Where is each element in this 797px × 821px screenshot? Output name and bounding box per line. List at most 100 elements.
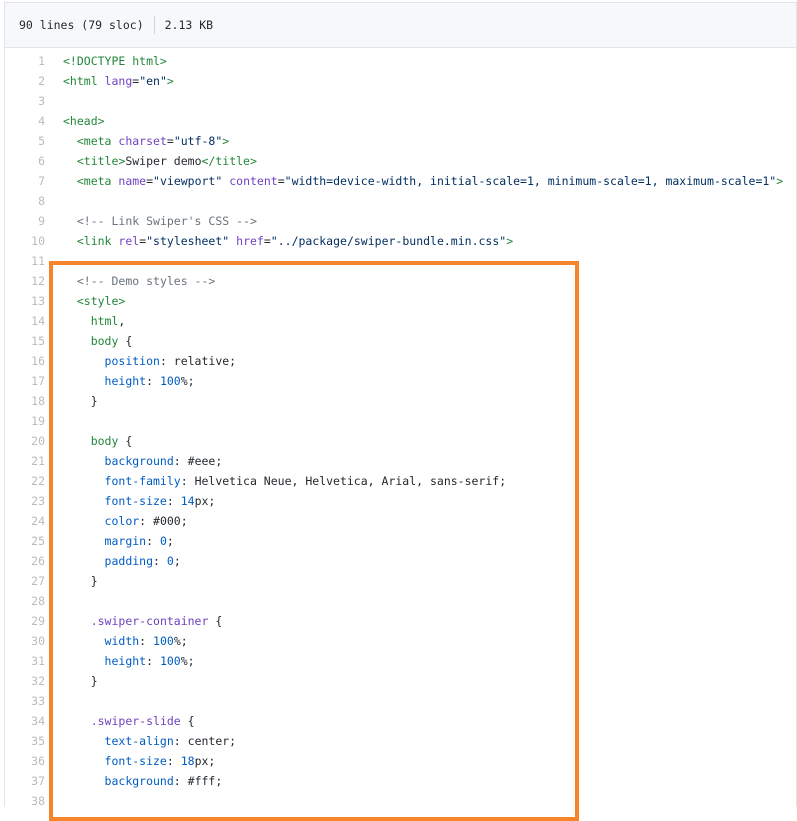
line-number[interactable]: 1 [5, 51, 63, 71]
code-token: href [236, 234, 264, 248]
code-token: "viewport" [153, 174, 223, 188]
code-line: 34 .swiper-slide { [5, 711, 796, 731]
code-text: position: relative; [63, 351, 237, 371]
code-token: 18 [180, 754, 195, 768]
code-line: 9 <!-- Link Swiper's CSS --> [5, 211, 796, 231]
line-number[interactable]: 17 [5, 371, 63, 391]
code-line: 13 <style> [5, 291, 796, 311]
code-text: <meta name="viewport" content="width=dev… [63, 171, 783, 191]
code-line: 14 html, [5, 311, 796, 331]
line-number[interactable]: 11 [5, 251, 63, 271]
line-number[interactable]: 7 [5, 171, 63, 191]
line-number[interactable]: 37 [5, 771, 63, 791]
code-line: 22 font-family: Helvetica Neue, Helvetic… [5, 471, 796, 491]
line-number[interactable]: 16 [5, 351, 63, 371]
line-number[interactable]: 23 [5, 491, 63, 511]
code-token: %; [180, 654, 195, 668]
code-token: : center; [173, 734, 237, 748]
line-number[interactable]: 33 [5, 691, 63, 711]
line-number[interactable]: 19 [5, 411, 63, 431]
line-number[interactable]: 12 [5, 271, 63, 291]
code-token: <head> [63, 114, 105, 128]
code-text: } [63, 391, 98, 411]
line-number[interactable]: 14 [5, 311, 63, 331]
line-number[interactable]: 36 [5, 751, 63, 771]
code-line: 26 padding: 0; [5, 551, 796, 571]
code-line: 29 .swiper-container { [5, 611, 796, 631]
code-text: <head> [63, 111, 105, 131]
line-number[interactable]: 25 [5, 531, 63, 551]
line-number[interactable]: 10 [5, 231, 63, 251]
code-token: = [263, 234, 271, 248]
code-token: > [506, 234, 514, 248]
code-token: font-size [104, 754, 167, 768]
code-token: ; [166, 534, 174, 548]
line-number[interactable]: 4 [5, 111, 63, 131]
line-number[interactable]: 5 [5, 131, 63, 151]
line-number[interactable]: 27 [5, 571, 63, 591]
code-text: } [63, 571, 98, 591]
code-token: <html [63, 74, 105, 88]
line-number[interactable]: 30 [5, 631, 63, 651]
line-number[interactable]: 22 [5, 471, 63, 491]
line-number[interactable]: 21 [5, 451, 63, 471]
code-token: px; [194, 754, 216, 768]
line-number[interactable]: 24 [5, 511, 63, 531]
code-token: color [104, 514, 140, 528]
code-text: color: #000; [63, 511, 188, 531]
code-token: } [63, 674, 98, 688]
code-line: 38 [5, 791, 796, 811]
line-number[interactable]: 15 [5, 331, 63, 351]
line-number[interactable]: 35 [5, 731, 63, 751]
line-number[interactable]: 3 [5, 91, 63, 111]
line-number[interactable]: 18 [5, 391, 63, 411]
line-number[interactable]: 9 [5, 211, 63, 231]
code-token: } [63, 394, 98, 408]
code-token: : [153, 554, 167, 568]
code-line: 6 <title>Swiper demo</title> [5, 151, 796, 171]
line-number[interactable]: 6 [5, 151, 63, 171]
code-line: 12 <!-- Demo styles --> [5, 271, 796, 291]
code-token: position [104, 354, 160, 368]
line-number[interactable]: 31 [5, 651, 63, 671]
line-number[interactable]: 32 [5, 671, 63, 691]
code-token: margin [104, 534, 147, 548]
code-text: font-size: 18px; [63, 751, 216, 771]
line-number[interactable]: 8 [5, 191, 63, 211]
code-token: width [104, 634, 140, 648]
line-number[interactable]: 2 [5, 71, 63, 91]
line-number[interactable]: 20 [5, 431, 63, 451]
code-token: : Helvetica Neue, Helvetica, Arial, sans… [180, 474, 507, 488]
code-line: 36 font-size: 18px; [5, 751, 796, 771]
file-size: 2.13 KB [164, 18, 214, 32]
code-token: text-align [104, 734, 174, 748]
code-line: 3 [5, 91, 796, 111]
code-listing: 1 <!DOCTYPE html> 2 <html lang="en"> 3 4 <head… [5, 48, 796, 811]
code-token: : [139, 634, 154, 648]
code-token: > [222, 134, 230, 148]
code-token: "en" [139, 74, 167, 88]
code-token: ; [173, 554, 181, 568]
code-token: 14 [180, 494, 195, 508]
code-token: { [118, 434, 133, 448]
line-number[interactable]: 34 [5, 711, 63, 731]
code-token: background [104, 774, 174, 788]
line-number[interactable]: 38 [5, 791, 63, 811]
line-number[interactable]: 13 [5, 291, 63, 311]
line-number[interactable]: 26 [5, 551, 63, 571]
code-token: : [146, 534, 160, 548]
code-text: width: 100%; [63, 631, 188, 651]
line-number[interactable]: 29 [5, 611, 63, 631]
line-number[interactable]: 28 [5, 591, 63, 611]
code-line: 30 width: 100%; [5, 631, 796, 651]
code-token: = [277, 174, 285, 188]
